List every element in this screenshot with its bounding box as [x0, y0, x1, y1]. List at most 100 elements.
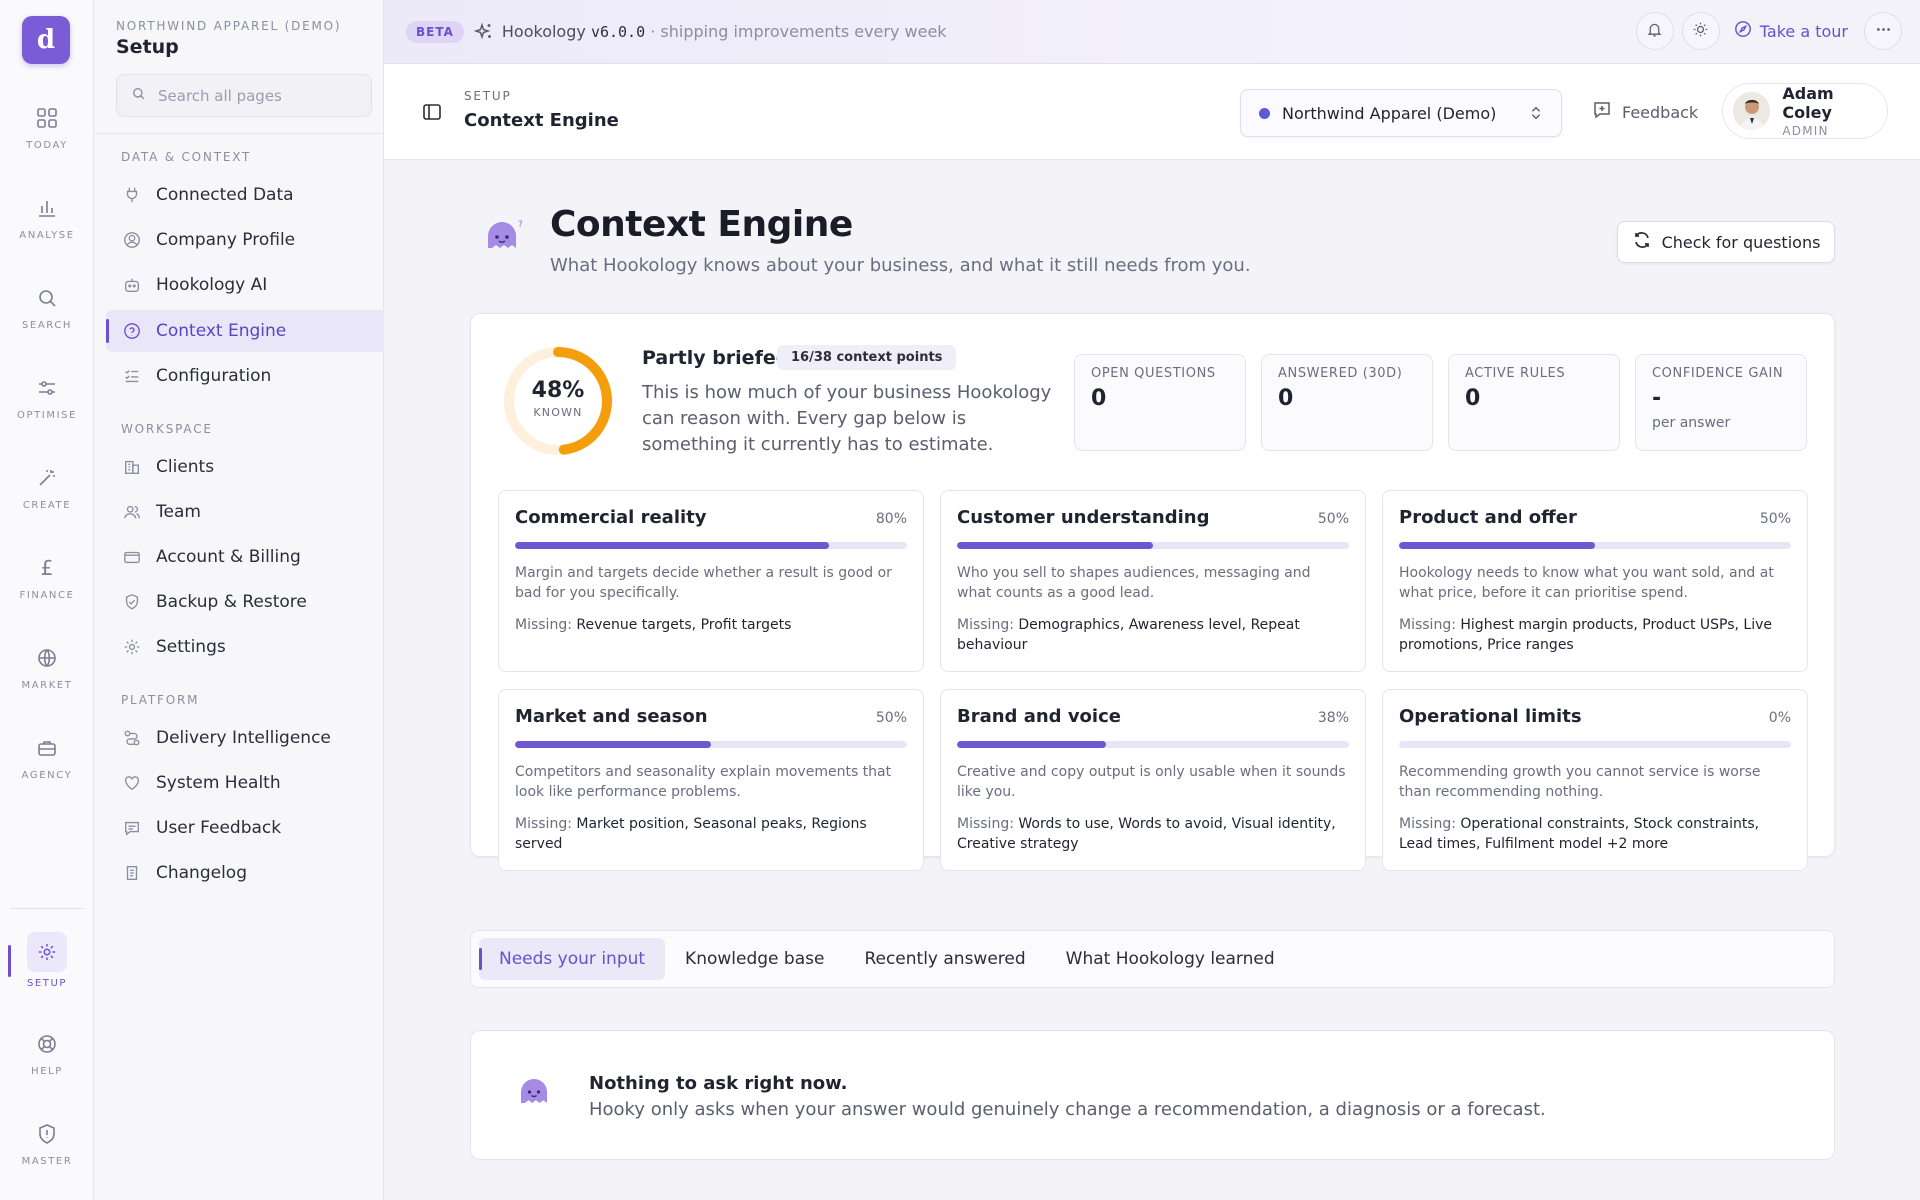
nav-label: System Health — [156, 773, 281, 793]
breadcrumb[interactable]: SETUP — [464, 89, 512, 103]
hero-subtitle: What Hookology knows about your business… — [550, 255, 1251, 276]
area-card-customer-understanding[interactable]: Customer understanding 50% Who you sell … — [940, 490, 1366, 672]
notifications-button[interactable] — [1635, 12, 1674, 50]
nav-label: Hookology AI — [156, 275, 268, 295]
rail-item-setup[interactable]: SETUP — [0, 932, 94, 989]
rail-item-today[interactable]: TODAY — [0, 104, 94, 151]
nav-item-clients[interactable]: Clients — [106, 446, 384, 488]
missing-label: Missing: — [515, 816, 572, 832]
empty-state-subtitle: Hooky only asks when your answer would g… — [589, 1099, 1546, 1120]
missing-label: Missing: — [957, 617, 1014, 633]
nav-item-configuration[interactable]: Configuration — [106, 355, 384, 397]
missing-items: Words to use, Words to avoid, Visual ide… — [957, 816, 1336, 852]
stat-label: CONFIDENCE GAIN — [1652, 366, 1784, 381]
scroll-icon — [122, 863, 142, 883]
search-input[interactable] — [158, 86, 358, 105]
nav-item-system-health[interactable]: System Health — [106, 762, 384, 804]
stat-value: 0 — [1091, 386, 1107, 411]
stat-label: ANSWERED (30D) — [1278, 366, 1403, 381]
rail-divider — [10, 908, 84, 909]
rail-item-help[interactable]: HELP — [0, 1030, 94, 1077]
search-icon — [131, 86, 146, 105]
stat-confidence-gain: CONFIDENCE GAIN - per answer — [1635, 354, 1807, 451]
rail-item-search[interactable]: SEARCH — [0, 284, 94, 331]
rail-label: CREATE — [22, 500, 72, 511]
area-progress-fill — [1399, 542, 1595, 549]
area-card-brand-and-voice[interactable]: Brand and voice 38% Creative and copy ou… — [940, 689, 1366, 871]
rail-item-market[interactable]: MARKET — [0, 644, 94, 691]
area-percent: 80% — [875, 511, 907, 527]
users-icon — [122, 502, 142, 522]
hero-title: Context Engine — [550, 204, 853, 245]
rail-item-create[interactable]: CREATE — [0, 464, 94, 511]
tab-what-hookology-learned[interactable]: What Hookology learned — [1046, 938, 1295, 980]
nav-item-delivery-intelligence[interactable]: Delivery Intelligence — [106, 717, 384, 759]
rail-item-analyse[interactable]: ANALYSE — [0, 194, 94, 241]
nav-label: Clients — [156, 457, 215, 477]
area-missing: Missing: Revenue targets, Profit targets — [515, 615, 907, 635]
feedback-button[interactable]: Feedback — [1592, 100, 1698, 124]
nav-item-backup-restore[interactable]: Backup & Restore — [106, 581, 384, 623]
empty-state-title: Nothing to ask right now. — [589, 1073, 848, 1094]
search-box[interactable] — [116, 74, 372, 117]
area-progress-fill — [957, 542, 1153, 549]
nav-item-user-feedback[interactable]: User Feedback — [106, 807, 384, 849]
area-progress-track — [1399, 741, 1791, 748]
shield-check-icon — [122, 592, 142, 612]
nav-item-hookology-ai[interactable]: Hookology AI — [106, 264, 384, 306]
user-menu[interactable]: Adam Coley ADMIN — [1722, 83, 1888, 139]
rail-item-agency[interactable]: AGENCY — [0, 734, 94, 781]
area-missing: Missing: Words to use, Words to avoid, V… — [957, 814, 1349, 854]
user-role: ADMIN — [1782, 124, 1829, 138]
area-percent: 50% — [1759, 511, 1791, 527]
heart-icon — [122, 773, 142, 793]
user-circle-icon — [122, 230, 142, 250]
rail-item-finance[interactable]: £ FINANCE — [0, 554, 94, 601]
nav-item-context-engine[interactable]: Context Engine — [106, 310, 384, 352]
area-card-product-and-offer[interactable]: Product and offer 50% Hookology needs to… — [1382, 490, 1808, 672]
building-icon — [122, 457, 142, 477]
more-options-button[interactable] — [1864, 12, 1902, 50]
nav-label: Configuration — [156, 366, 272, 386]
area-progress-fill — [515, 741, 711, 748]
side-nav-title: Setup — [116, 36, 179, 58]
rail-item-master[interactable]: MASTER — [0, 1120, 94, 1167]
tab-needs-your-input[interactable]: Needs your input — [479, 938, 666, 980]
theme-toggle-button[interactable] — [1681, 12, 1720, 50]
rail-label: MARKET — [21, 680, 73, 691]
area-progress-track — [515, 542, 907, 549]
nav-item-changelog[interactable]: Changelog — [106, 852, 384, 894]
nav-label: Team — [156, 502, 201, 522]
tab-recently-answered[interactable]: Recently answered — [844, 938, 1045, 980]
rail-item-optimise[interactable]: OPTIMISE — [0, 374, 94, 421]
missing-items: Revenue targets, Profit targets — [576, 617, 792, 633]
tab-knowledge-base[interactable]: Knowledge base — [665, 938, 844, 980]
nav-item-company-profile[interactable]: Company Profile — [106, 219, 384, 261]
org-name: NORTHWIND APPAREL (DEMO) — [116, 19, 342, 33]
ghost-mascot-icon — [519, 1077, 555, 1111]
nav-label: Changelog — [156, 863, 248, 883]
compass-icon — [1734, 20, 1752, 42]
refresh-icon — [1632, 230, 1652, 254]
nav-item-connected-data[interactable]: Connected Data — [106, 174, 384, 216]
area-missing: Missing: Operational constraints, Stock … — [1399, 814, 1791, 854]
nav-item-settings[interactable]: Settings — [106, 626, 384, 668]
take-a-tour-button[interactable]: Take a tour — [1734, 20, 1848, 42]
check-for-questions-button[interactable]: Check for questions — [1617, 221, 1835, 263]
area-card-market-and-season[interactable]: Market and season 50% Competitors and se… — [498, 689, 924, 871]
area-card-operational-limits[interactable]: Operational limits 0% Recommending growt… — [1382, 689, 1808, 871]
gear-icon — [27, 932, 67, 972]
rail-label: ANALYSE — [19, 230, 75, 241]
missing-label: Missing: — [515, 617, 572, 633]
nav-item-account-billing[interactable]: Account & Billing — [106, 536, 384, 578]
area-title: Operational limits — [1399, 706, 1582, 727]
known-percent: 48% — [531, 378, 585, 403]
nav-item-team[interactable]: Team — [106, 491, 384, 533]
org-selector[interactable]: Northwind Apparel (Demo) — [1240, 89, 1562, 137]
message-square-icon — [122, 818, 142, 838]
app-logo[interactable]: d — [22, 16, 70, 64]
area-card-commercial-reality[interactable]: Commercial reality 80% Margin and target… — [498, 490, 924, 672]
context-summary-card: 48% KNOWN Partly briefed 16/38 context p… — [470, 313, 1835, 871]
sidebar-toggle-icon[interactable] — [422, 102, 442, 126]
briefcase-icon — [0, 734, 94, 762]
